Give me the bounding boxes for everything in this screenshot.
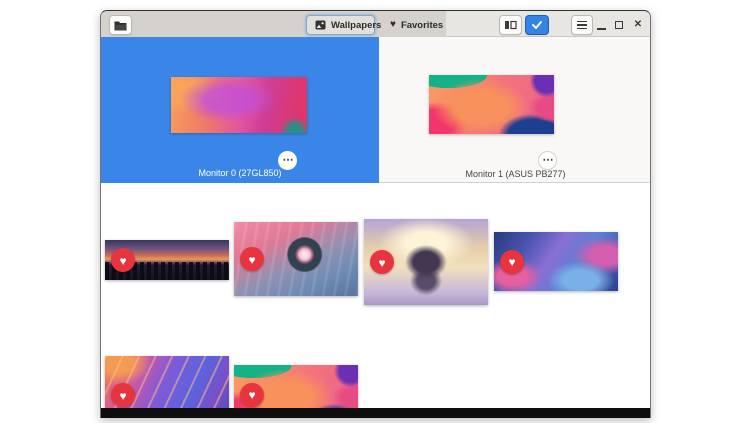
favorite-heart-badge: ♥ (240, 247, 264, 271)
monitor-1-wallpaper-preview (429, 75, 554, 134)
monitor-previews: ⋯ Monitor 0 (27GL850) ⋯ Monitor 1 (ASUS … (101, 37, 650, 183)
close-icon: ✕ (634, 20, 642, 30)
favorite-heart-badge: ♥ (111, 383, 135, 407)
open-folder-button[interactable] (109, 15, 132, 35)
apply-wallpaper-button[interactable] (525, 15, 549, 35)
minimize-button[interactable] (592, 16, 610, 34)
headerbar: Wallpapers ♥ Favorites (101, 11, 650, 37)
monitor-1-panel[interactable]: ⋯ Monitor 1 (ASUS PB277) (379, 37, 651, 183)
monitor-layout-button[interactable] (499, 15, 522, 35)
monitor-0-wallpaper-preview (171, 77, 307, 133)
monitor-0-panel[interactable]: ⋯ Monitor 0 (27GL850) (101, 37, 379, 183)
monitor-0-label: Monitor 0 (27GL850) (101, 168, 379, 178)
menu-button[interactable] (571, 15, 593, 35)
favorite-heart-badge: ♥ (500, 250, 524, 274)
window-bottom-edge (101, 408, 650, 418)
wallpaper-city-skyline-sunset[interactable]: ♥ (105, 240, 229, 280)
monitor-1-options-button[interactable]: ⋯ (538, 151, 557, 170)
close-button[interactable]: ✕ (629, 16, 647, 34)
maximize-button[interactable] (610, 16, 628, 34)
dual-monitor-icon (504, 20, 517, 30)
wallpaper-floating-island-pastel-clouds[interactable]: ♥ (364, 219, 488, 305)
tab-favorites-label: Favorites (401, 20, 443, 31)
wallpaper-pink-sphere-underwater[interactable]: ♥ (234, 222, 358, 296)
hamburger-menu-icon (577, 21, 587, 30)
wallpaper-grid: ♥ ♥ ♥ ♥ ♥ ♥ (101, 183, 650, 408)
favorite-heart-badge: ♥ (240, 383, 264, 407)
monitor-1-label: Monitor 1 (ASUS PB277) (379, 169, 651, 179)
wallpaper-vivid-clouds-pink-blue[interactable]: ♥ (494, 232, 618, 291)
app-window: Wallpapers ♥ Favorites (100, 10, 651, 418)
favorite-heart-badge: ♥ (370, 250, 394, 274)
favorite-heart-badge: ♥ (111, 248, 135, 272)
image-icon (315, 20, 326, 30)
check-icon (531, 20, 543, 30)
heart-icon: ♥ (390, 20, 396, 30)
folder-open-icon (114, 20, 127, 31)
maximize-icon (615, 21, 623, 29)
tab-wallpapers[interactable]: Wallpapers (306, 15, 375, 35)
wallpaper-abstract-fluid-teal-pink[interactable]: ♥ (234, 365, 358, 408)
minimize-icon (597, 28, 606, 30)
tab-wallpapers-label: Wallpapers (331, 20, 381, 31)
wallpaper-fluid-waves-orange-purple[interactable]: ♥ (105, 356, 229, 408)
tab-favorites[interactable]: ♥ Favorites (382, 15, 445, 35)
